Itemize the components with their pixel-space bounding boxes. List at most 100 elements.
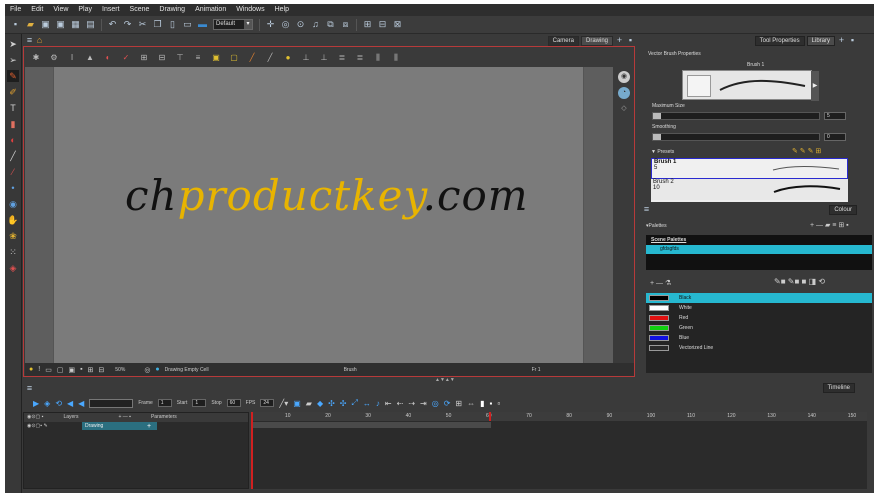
layer-row[interactable]: ◉⊙▢▪ ✎ Drawing + — [24, 422, 248, 430]
dot-marker-icon[interactable]: ▪ — [490, 399, 493, 408]
lasso-icon[interactable]: ⊞ — [139, 53, 149, 62]
loop-icon[interactable]: ⟲ — [55, 399, 62, 408]
gear-icon[interactable]: ⚙ — [49, 53, 59, 62]
brush-preview[interactable]: ▶ — [682, 70, 819, 101]
menu-play[interactable]: Play — [73, 4, 97, 16]
dropper-icon[interactable]: ⁄ — [7, 166, 19, 178]
panel-menu-icon[interactable]: ≡ — [25, 384, 34, 393]
snap-icon[interactable]: ⊟ — [157, 53, 167, 62]
colour-swatch-row[interactable]: Green — [646, 323, 872, 333]
drawing-area[interactable]: chproductkey.com — [25, 67, 613, 363]
frame-field[interactable]: 1 — [157, 399, 172, 407]
brush-icon[interactable]: ✎ — [7, 70, 19, 82]
add-panel-icon[interactable]: + — [615, 36, 624, 45]
max-size-slider[interactable] — [652, 112, 820, 120]
menu-edit[interactable]: Edit — [26, 4, 48, 16]
start-field[interactable]: 1 — [192, 399, 207, 407]
colour-swatch-row[interactable]: Black — [646, 293, 872, 303]
frames-area[interactable]: 102030405060708090100110120130140150 — [251, 412, 867, 489]
color-art-icon[interactable]: ◐ — [103, 53, 113, 62]
colour-swatch-row[interactable]: Red — [646, 313, 872, 323]
layers-icon[interactable]: ⊞ — [88, 366, 94, 374]
new-scene-icon[interactable]: ▪ — [11, 20, 20, 29]
last-frame-icon[interactable]: ⇥ — [420, 399, 427, 408]
grid-icon[interactable]: ⊟ — [378, 20, 387, 29]
colour-swatch-row[interactable]: Vectorized Line — [646, 343, 872, 353]
unlock-icon[interactable]: ▢ — [229, 53, 239, 62]
menu-help[interactable]: Help — [270, 4, 294, 16]
slider-knob[interactable] — [653, 113, 661, 119]
image-icon[interactable]: ▣ — [293, 399, 301, 408]
camera-view-icon[interactable]: ▢ — [57, 366, 64, 374]
paint-icon[interactable]: ◐ — [7, 134, 19, 146]
menu-insert[interactable]: Insert — [97, 4, 125, 16]
stroke-icon[interactable]: ╱ — [265, 53, 275, 62]
eye-icon[interactable]: ◉ — [618, 71, 630, 83]
tab-colour[interactable]: Colour — [829, 205, 857, 215]
menu-drawing[interactable]: Drawing — [154, 4, 190, 16]
close-panel-icon[interactable]: ▪ — [626, 36, 635, 45]
open-folder-icon[interactable]: ▰ — [26, 20, 35, 29]
save-as-icon[interactable]: ▣ — [56, 20, 65, 29]
layer-name[interactable]: Drawing — [82, 422, 157, 430]
sound-icon[interactable]: ◀ — [67, 399, 73, 408]
smoothing-field[interactable]: 0 — [824, 133, 846, 141]
tab-drawing[interactable]: Drawing — [580, 36, 613, 46]
stop-field[interactable]: 60 — [226, 399, 241, 407]
max-size-field[interactable]: 5 — [824, 112, 846, 120]
blank-marker-icon[interactable]: ▫ — [497, 399, 500, 408]
cycle-icon[interactable]: ⟳ — [444, 399, 451, 408]
preset-item[interactable]: Brush 2 10 — [651, 179, 848, 200]
settings-icon[interactable]: ⊠ — [393, 20, 402, 29]
pencil-line-icon[interactable]: ╱ — [247, 53, 257, 62]
frame-ruler[interactable]: 102030405060708090100110120130140150 — [251, 412, 867, 421]
add-layer-icon[interactable]: + — [147, 423, 151, 430]
prev-frame-icon[interactable]: ⇠ — [397, 399, 404, 408]
add-keyframe-icon[interactable]: ✣ — [328, 399, 335, 408]
spacing-icon[interactable]: ⫼ — [373, 53, 383, 63]
line-icon[interactable]: ╱ — [7, 150, 19, 162]
auto-flatten-icon[interactable]: ✓ — [121, 53, 131, 62]
colour-swatch-row[interactable]: Blue — [646, 333, 872, 343]
workspace-select[interactable]: Default ▾ — [213, 19, 253, 30]
magnet-icon[interactable]: ◉ — [7, 198, 19, 210]
morph-icon[interactable]: ❀ — [7, 230, 19, 242]
camera-icon[interactable]: ⧉ — [326, 20, 335, 29]
preset-item[interactable]: Brush 1 5 — [651, 158, 848, 179]
playhead[interactable] — [251, 412, 253, 489]
slider-knob[interactable] — [653, 134, 661, 140]
menu-file[interactable]: File — [5, 4, 26, 16]
shape-icon[interactable]: • — [7, 182, 19, 194]
grid-view-icon[interactable]: ⊞ — [455, 399, 462, 408]
pan-icon[interactable]: ✛ — [266, 20, 275, 29]
rotate-icon[interactable]: ◎ — [281, 20, 290, 29]
layout-icon[interactable]: ⊞ — [363, 20, 372, 29]
keyframe-icon[interactable]: ◆ — [317, 399, 323, 408]
preset-actions-icon[interactable]: ✎ ✎ ✎ ⊞ — [792, 147, 821, 155]
lock-icon[interactable]: ▣ — [211, 53, 221, 62]
tab-timeline[interactable]: Timeline — [822, 383, 855, 393]
pin-icon[interactable]: ǃ — [38, 366, 40, 373]
play-selection-icon[interactable]: ◈ — [44, 399, 50, 408]
play-icon[interactable]: ▶ — [33, 399, 39, 408]
tab-camera[interactable]: Camera — [547, 36, 579, 46]
lighttable-icon[interactable]: ◈ — [7, 262, 19, 274]
save-icon[interactable]: ▣ — [41, 20, 50, 29]
collapse-icon[interactable]: ◇ — [618, 103, 630, 115]
align-center-icon[interactable]: ≣ — [337, 53, 347, 62]
flip-h-icon[interactable]: ⊥ — [301, 53, 311, 62]
palette-item[interactable]: gfdsgfds — [646, 245, 872, 254]
stop-motion-icon[interactable]: ♪ — [376, 399, 380, 408]
brush-preset-icon[interactable]: ✱ — [31, 53, 41, 62]
colour-mode-icons[interactable]: ✎■ ✎■ ■ ◨ ⟲ — [774, 277, 825, 286]
flip-v-icon[interactable]: ⊥ — [319, 53, 329, 62]
fps-field[interactable]: 24 — [260, 399, 275, 407]
undo-icon[interactable]: ↶ — [108, 20, 117, 29]
ease-icon[interactable]: ↔ — [363, 399, 371, 408]
zoom-level[interactable]: 50% — [115, 367, 125, 373]
extend-icon[interactable]: ⇔ — [467, 399, 475, 408]
smoothing-slider[interactable] — [652, 133, 820, 141]
stop-marker[interactable] — [489, 412, 491, 421]
light-bulb-icon[interactable]: ● — [29, 366, 33, 373]
contour-editor-icon[interactable]: ➢ — [7, 54, 19, 66]
